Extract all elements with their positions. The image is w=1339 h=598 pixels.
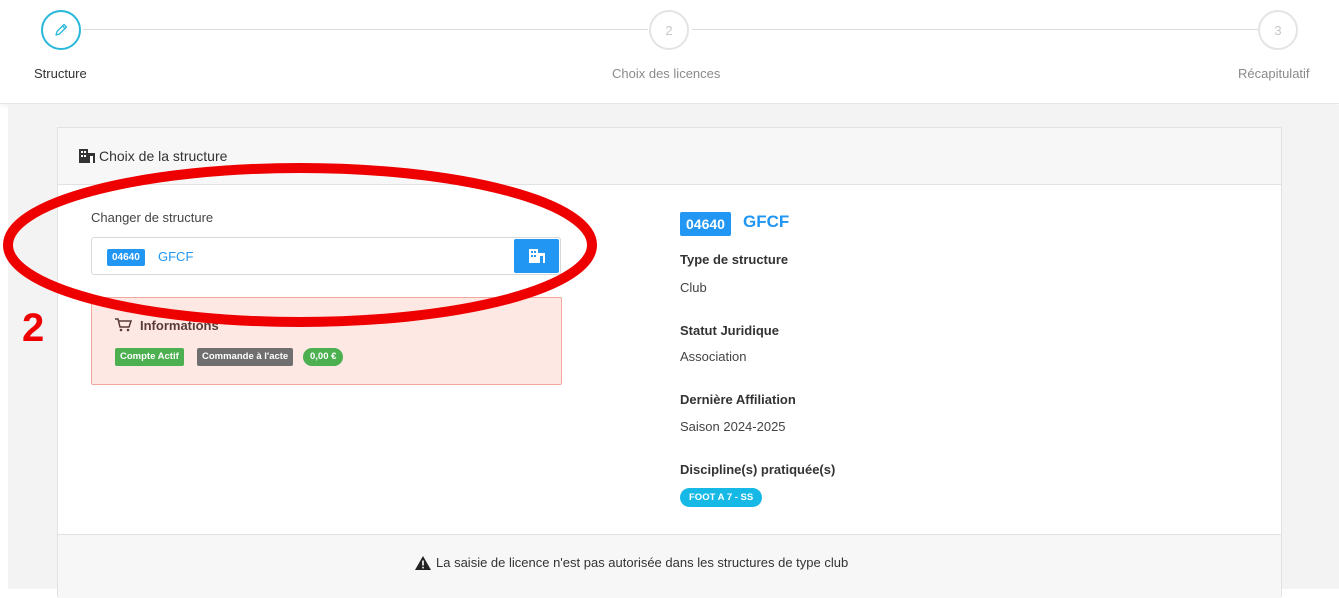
warning-icon [415, 556, 431, 570]
stepper: Structure 2 Choix des licences 3 Récapit… [0, 0, 1339, 104]
balance-badge: 0,00 € [303, 348, 344, 366]
step-1-label[interactable]: Structure [34, 66, 87, 81]
step-3-circle[interactable]: 3 [1258, 10, 1298, 50]
step-connector [692, 29, 1258, 30]
choose-structure-button[interactable] [514, 239, 559, 273]
affiliation-value: Saison 2024-2025 [680, 419, 786, 434]
pencil-icon [55, 23, 68, 36]
legal-status-label: Statut Juridique [680, 323, 779, 338]
legal-status-value: Association [680, 349, 747, 364]
affiliation-label: Dernière Affiliation [680, 392, 796, 407]
account-info-box: Informations Compte Actif Commande à l'a… [91, 297, 562, 385]
step-connector [83, 29, 648, 30]
structure-name: GFCF [743, 212, 790, 231]
info-title: Informations [140, 318, 219, 333]
step-2-label[interactable]: Choix des licences [612, 66, 720, 81]
building-icon [79, 149, 95, 163]
footer-warning-message: La saisie de licence n'est pas autorisée… [436, 555, 849, 570]
structure-code-badge: 04640 [107, 249, 145, 266]
order-type-badge: Commande à l'acte [197, 348, 294, 366]
structure-select-input[interactable]: 04640 GFCF [91, 237, 561, 275]
cart-icon [115, 318, 132, 332]
structure-code-badge: 04640 [680, 212, 731, 236]
card-footer: La saisie de licence n'est pas autorisée… [58, 534, 1281, 598]
account-status-badge: Compte Actif [115, 348, 184, 366]
step-2-circle[interactable]: 2 [649, 10, 689, 50]
discipline-label: Discipline(s) pratiquée(s) [680, 462, 836, 477]
building-icon [528, 249, 545, 263]
step-1-circle[interactable] [41, 10, 81, 50]
card-title: Choix de la structure [99, 148, 228, 164]
discipline-badge: FOOT A 7 - SS [680, 488, 763, 507]
type-label: Type de structure [680, 252, 789, 267]
annotation-number: 2 [22, 306, 45, 350]
card-header: Choix de la structure [58, 128, 1281, 185]
structure-card: Choix de la structure Changer de structu… [57, 127, 1282, 598]
step-3-label[interactable]: Récapitulatif [1238, 66, 1310, 81]
type-value: Club [680, 280, 707, 295]
structure-name: GFCF [158, 249, 194, 264]
change-structure-label: Changer de structure [91, 210, 214, 225]
